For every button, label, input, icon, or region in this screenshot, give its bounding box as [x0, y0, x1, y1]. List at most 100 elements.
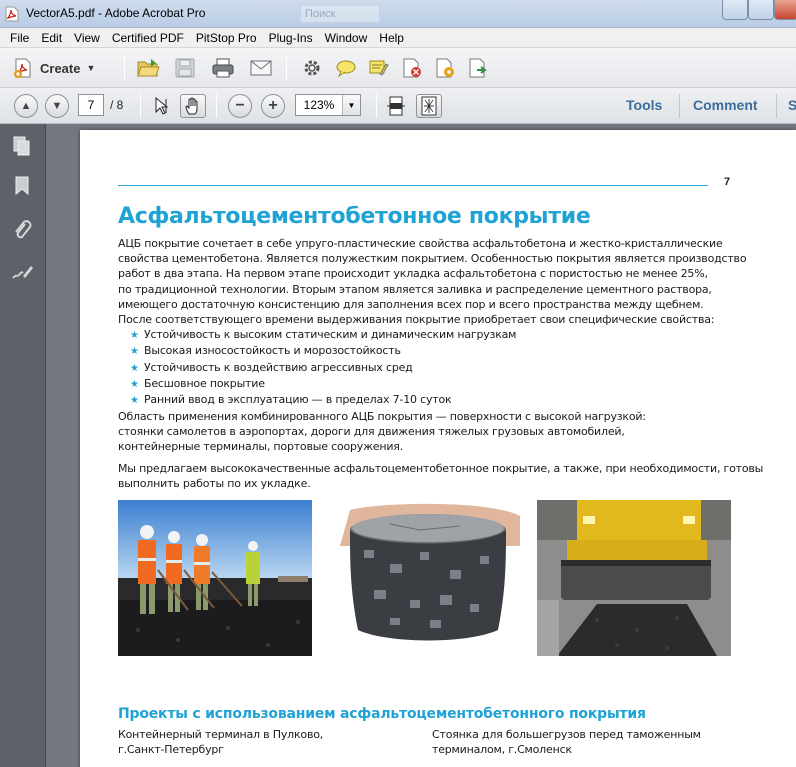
open-button[interactable] — [136, 56, 162, 80]
zoom-select[interactable]: 123% ▼ — [295, 94, 361, 116]
toolbar-separator — [286, 56, 287, 80]
menu-help[interactable]: Help — [373, 31, 410, 45]
zoom-out-button[interactable]: − — [228, 94, 252, 118]
document-viewport[interactable]: 7 Асфальтоцементобетонное покрытие АЦБ п… — [46, 124, 796, 767]
comment-pane-link[interactable]: Comment — [693, 97, 758, 113]
left-navigation-pane — [0, 124, 46, 767]
tools-pane-link[interactable]: Tools — [626, 97, 662, 113]
text-line: стоянки самолетов в аэропортах, дороги д… — [118, 425, 625, 439]
save-disk-icon — [175, 58, 195, 78]
star-bullet-icon: ★ — [130, 346, 139, 358]
menu-bar: File Edit View Certified PDF PitStop Pro… — [0, 28, 796, 48]
menu-pitstop-pro[interactable]: PitStop Pro — [190, 31, 263, 45]
page-remove-icon — [403, 58, 421, 78]
list-item: ★ Ранний ввод в эксплуатацию — в пределах… — [130, 392, 730, 408]
signature-pen-icon — [12, 266, 33, 279]
minus-icon: − — [235, 97, 245, 114]
maximize-button[interactable] — [748, 0, 774, 20]
chevron-down-icon[interactable]: ▼ — [342, 95, 360, 115]
text-line: АЦБ покрытие сочетает в себе упруго-плас… — [118, 237, 723, 250]
paperclip-icon — [15, 220, 32, 239]
previous-page-button[interactable]: ▲ — [14, 94, 38, 118]
header-rule — [118, 185, 708, 186]
toolbar-separator — [376, 94, 377, 118]
menu-edit[interactable]: Edit — [35, 31, 68, 45]
fit-page-button[interactable] — [416, 94, 442, 118]
bookmarks-button[interactable] — [10, 174, 34, 198]
highlighter-icon — [369, 60, 389, 76]
plus-icon: + — [268, 97, 278, 114]
share-pane-link[interactable]: S — [788, 97, 796, 113]
create-label: Create — [40, 60, 81, 76]
attachments-button[interactable] — [10, 218, 34, 242]
text-line: Контейнерный терминал в Пулково, — [118, 728, 324, 741]
delete-page-button[interactable] — [399, 56, 425, 80]
page-export-icon — [469, 58, 487, 78]
highlight-button[interactable] — [366, 56, 392, 80]
page-edit-button[interactable] — [432, 56, 458, 80]
next-page-button[interactable]: ▼ — [45, 94, 69, 118]
navigation-toolbar: ▲ ▼ 7 / 8 − + 123% ▼ Tools Comment S — [0, 88, 796, 124]
speech-bubble-icon — [336, 60, 356, 78]
list-item: ★ Устойчивость к высоким статическим и ди… — [130, 327, 730, 343]
print-button[interactable] — [210, 56, 236, 80]
page-thumbnails-button[interactable] — [10, 134, 34, 158]
list-item-text: Устойчивость к высоким статическим и дин… — [144, 328, 517, 341]
settings-button[interactable] — [299, 56, 325, 80]
text-line: имеющего достаточную консистенцию для за… — [118, 297, 704, 311]
fit-width-icon — [387, 96, 405, 116]
cursor-arrow-icon — [155, 96, 169, 115]
zoom-value: 123% — [303, 98, 335, 112]
text-line: выполнить работы по их укладке. — [118, 477, 311, 491]
arrow-up-icon: ▲ — [20, 100, 32, 112]
gear-icon — [304, 60, 320, 76]
star-bullet-icon: ★ — [130, 330, 139, 341]
photo-road-workers — [118, 500, 312, 656]
pages-icon — [13, 136, 30, 156]
text-line: свойства цементобетона. Является полужес… — [118, 252, 747, 266]
properties-list: ★ Устойчивость к высоким статическим и ди… — [130, 327, 730, 408]
text-line: терминалом, г.Смоленск — [432, 743, 572, 756]
text-line: Область применения комбинированного АЦБ … — [118, 410, 646, 423]
text-line: Мы предлагаем высококачественные асфальт… — [118, 462, 764, 475]
intro-paragraph: АЦБ покрытие сочетает в себе упруго-плас… — [118, 236, 747, 327]
page-number: 7 — [724, 176, 731, 188]
create-button[interactable]: Create ▼ — [12, 56, 95, 80]
list-item: ★ Устойчивость к воздействию агрессивных … — [130, 360, 730, 376]
text-line: по традиционной технологии. Вторым этапо… — [118, 282, 712, 296]
menu-view[interactable]: View — [68, 31, 106, 45]
text-line: контейнерные терминалы, портовые сооруже… — [118, 440, 404, 454]
export-button[interactable] — [465, 56, 491, 80]
offer-paragraph: Мы предлагаем высококачественные асфальт… — [118, 461, 764, 491]
menu-certified-pdf[interactable]: Certified PDF — [106, 31, 190, 45]
application-paragraph: Область применения комбинированного АЦБ … — [118, 409, 738, 455]
page-number-input[interactable]: 7 — [78, 94, 104, 116]
hand-tool-button[interactable] — [180, 94, 206, 118]
fit-width-button[interactable] — [383, 94, 409, 118]
close-button[interactable] — [774, 0, 796, 20]
menu-window[interactable]: Window — [319, 31, 374, 45]
comment-button[interactable] — [333, 56, 359, 80]
star-bullet-icon: ★ — [130, 395, 139, 407]
folder-open-icon — [137, 59, 160, 77]
text-line: работ в два этапа. На первом этапе проис… — [118, 267, 708, 281]
minimize-button[interactable] — [722, 0, 748, 20]
list-item-text: Высокая износостойкость и морозостойкост… — [144, 344, 401, 358]
save-button[interactable] — [172, 56, 198, 80]
select-tool-button[interactable] — [148, 94, 174, 118]
signatures-button[interactable] — [10, 260, 34, 284]
toolbar-separator — [124, 56, 125, 80]
list-item-text: Бесшовное покрытие — [144, 376, 265, 390]
projects-heading: Проекты с использованием асфальтоцементо… — [118, 706, 646, 722]
star-bullet-icon: ★ — [130, 362, 139, 374]
list-item: ★ Бесшовное покрытие — [130, 376, 730, 392]
search-ghost: Поиск — [300, 5, 380, 23]
zoom-in-button[interactable]: + — [261, 94, 285, 118]
photo-core-sample — [330, 500, 526, 656]
chevron-down-icon: ▼ — [86, 63, 96, 73]
project-caption-right: Стоянка для большегрузов перед таможенны… — [432, 727, 701, 757]
menu-plug-ins[interactable]: Plug-Ins — [263, 31, 319, 45]
email-button[interactable] — [248, 56, 274, 80]
main-toolbar: Create ▼ — [0, 48, 796, 88]
menu-file[interactable]: File — [4, 31, 35, 45]
